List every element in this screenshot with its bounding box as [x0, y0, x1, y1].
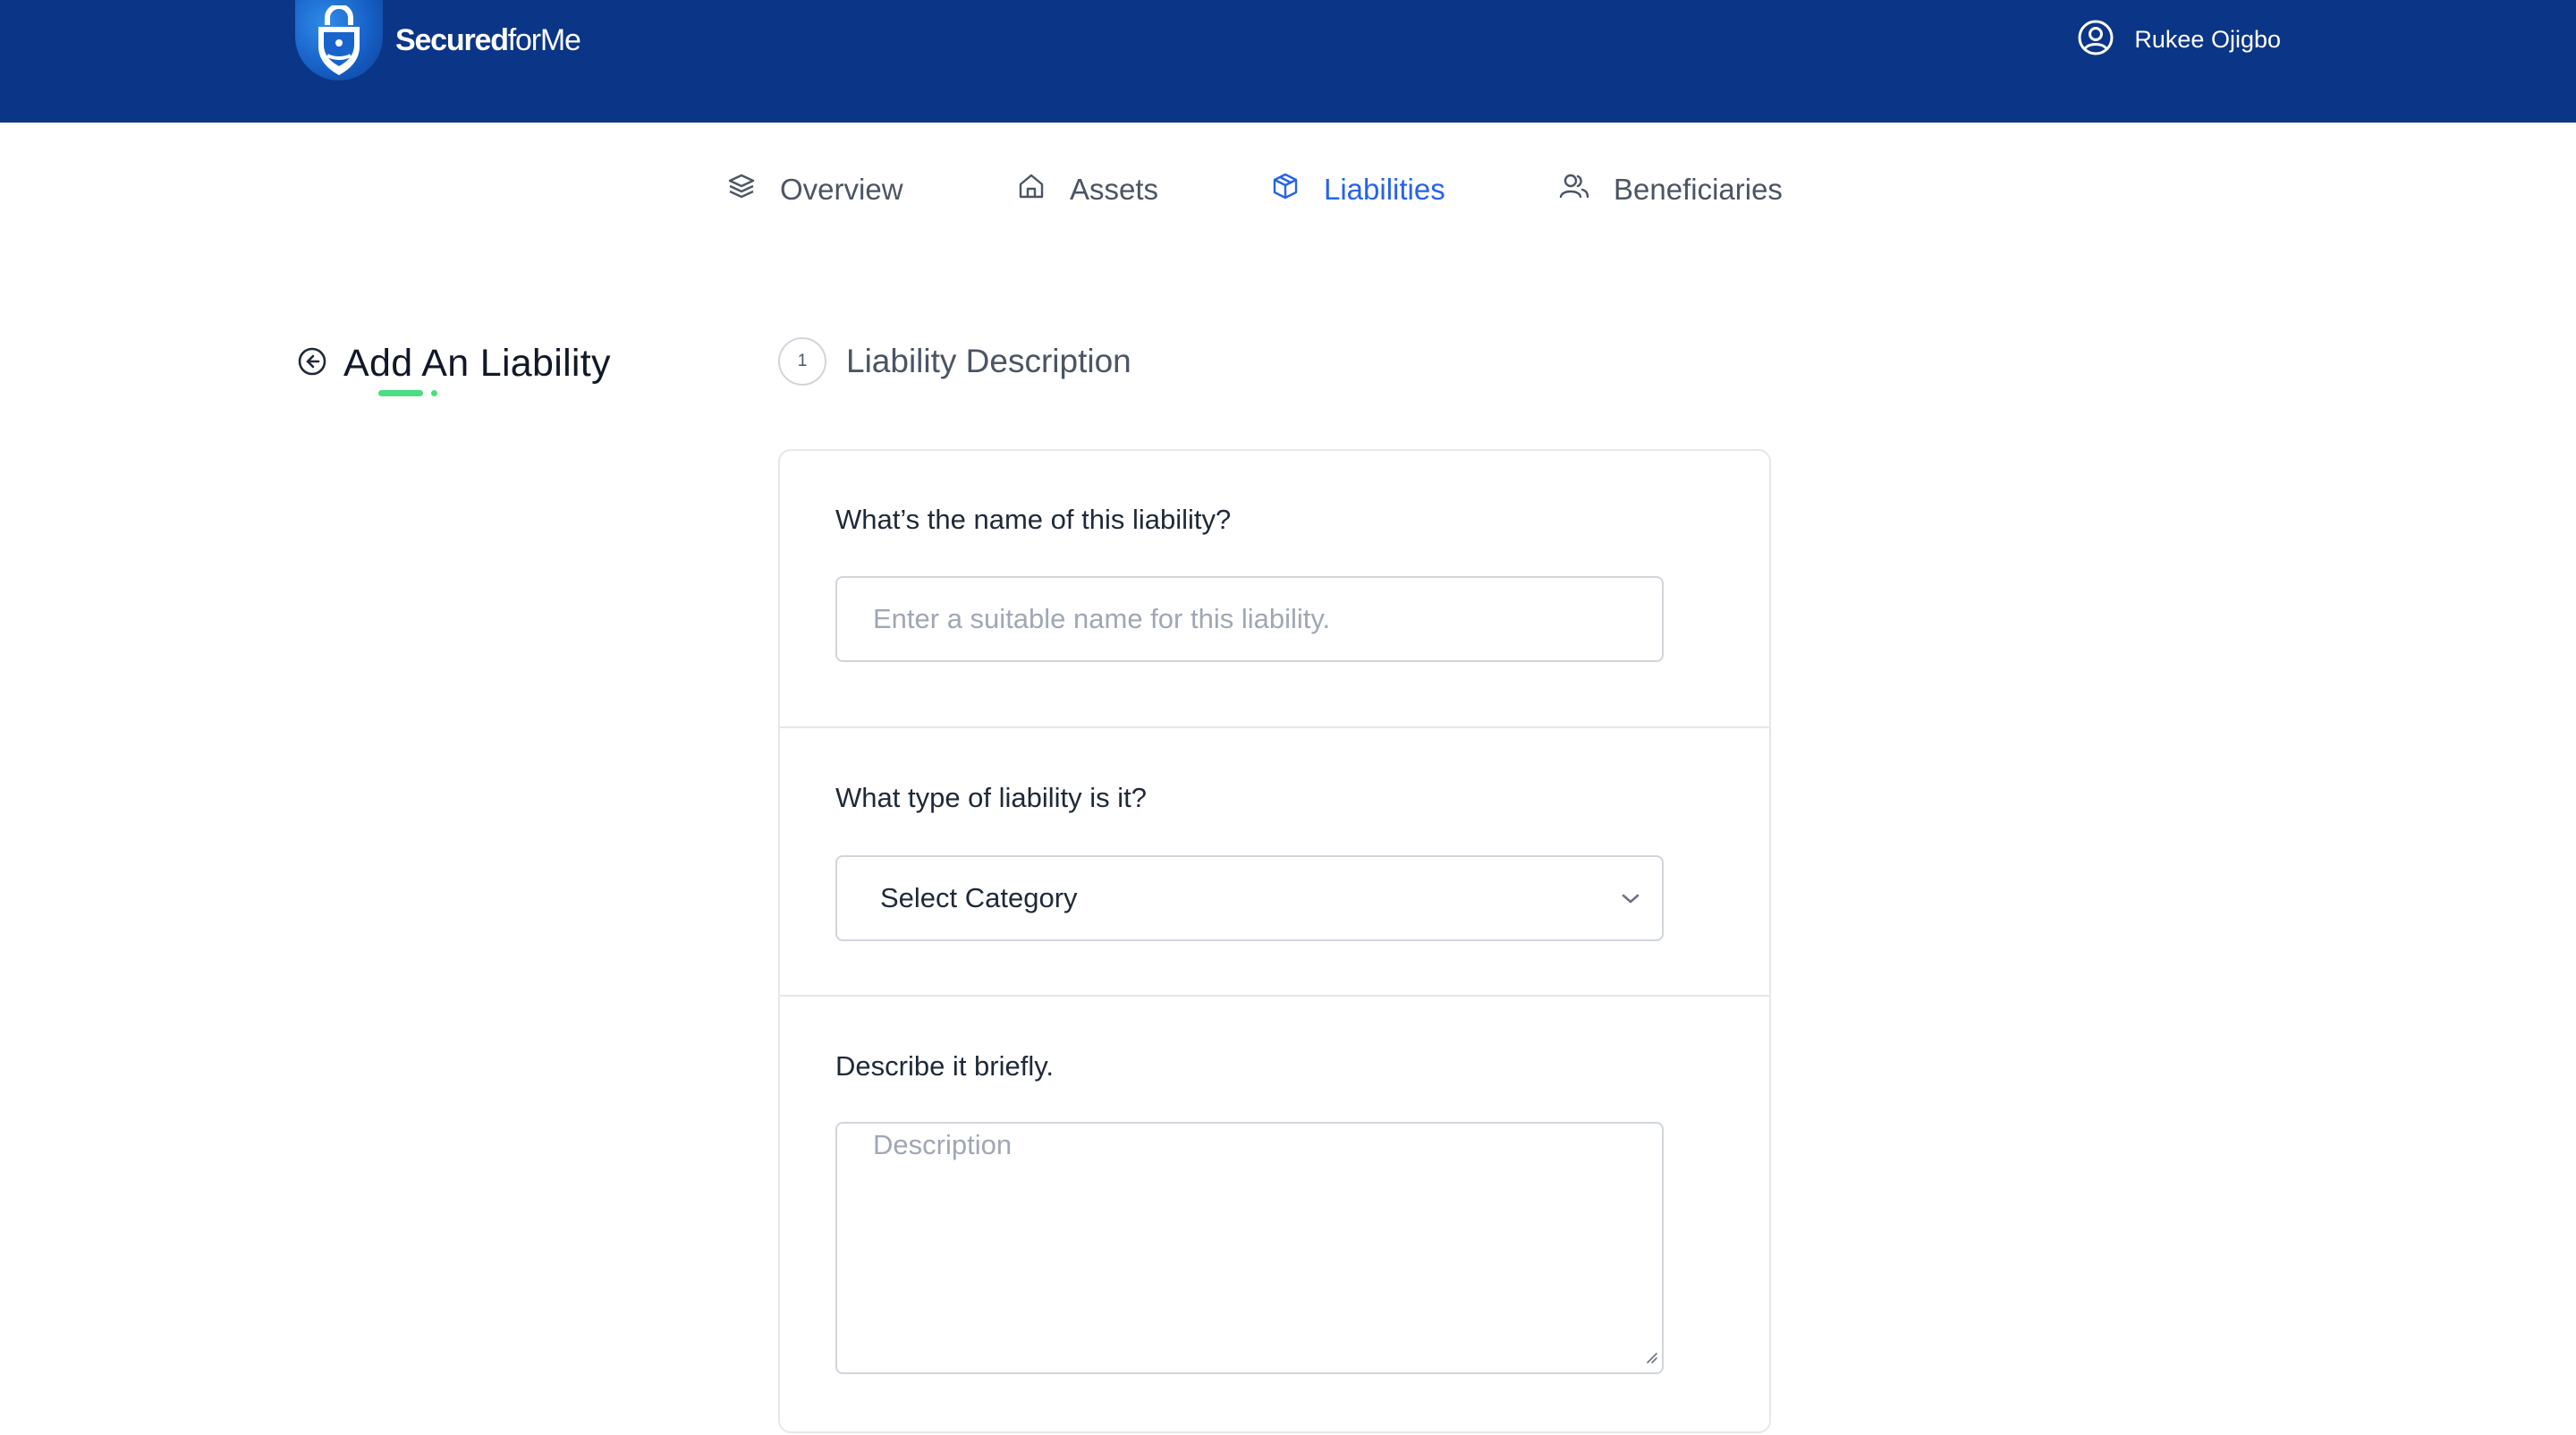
name-label: What’s the name of this liability?	[835, 504, 1232, 535]
tab-beneficiaries[interactable]: Beneficiaries	[1558, 166, 1783, 214]
tab-assets-label: Assets	[1070, 173, 1159, 206]
brand-name: SecuredforMe	[395, 22, 581, 57]
category-select-value: Select Category	[880, 882, 1078, 913]
page-header: Add An Liability	[297, 338, 611, 388]
name-section: What’s the name of this liability?	[780, 451, 1769, 728]
tab-beneficiaries-label: Beneficiaries	[1614, 173, 1783, 206]
brand-logo[interactable]: SecuredforMe	[295, 0, 581, 81]
user-circle-icon	[2077, 19, 2114, 61]
liability-form-card: What’s the name of this liability? What …	[778, 449, 1771, 1433]
step-indicator: 1 Liability Description	[778, 336, 1131, 386]
title-accent-dot	[431, 390, 437, 396]
title-accent-bar	[378, 390, 423, 396]
shield-lock-icon	[295, 0, 383, 81]
top-header: SecuredforMe Rukee Ojigbo	[0, 0, 2576, 123]
chevron-down-icon	[1619, 889, 1642, 912]
home-icon	[1016, 171, 1046, 208]
user-menu[interactable]: Rukee Ojigbo	[2077, 20, 2281, 59]
type-section: What type of liability is it? Select Cat…	[780, 728, 1769, 997]
liability-name-field	[835, 576, 1664, 662]
tab-overview[interactable]: Overview	[726, 166, 903, 214]
description-field	[835, 1122, 1664, 1374]
category-select[interactable]: Select Category	[835, 855, 1664, 941]
box-icon	[1270, 171, 1301, 208]
arrow-left-circle-icon[interactable]	[297, 346, 327, 381]
main-nav: Overview Assets Liabilities Beneficiarie…	[0, 166, 2576, 214]
liability-name-input[interactable]	[873, 578, 1626, 660]
tab-assets[interactable]: Assets	[1016, 166, 1158, 214]
resize-grip-icon[interactable]	[1644, 1350, 1658, 1369]
type-label: What type of liability is it?	[835, 782, 1148, 813]
tab-liabilities[interactable]: Liabilities	[1270, 166, 1445, 214]
description-label: Describe it briefly.	[835, 1050, 1055, 1082]
tab-liabilities-label: Liabilities	[1324, 173, 1445, 206]
users-icon	[1558, 171, 1590, 208]
description-section: Describe it briefly.	[780, 997, 1769, 1435]
tab-overview-label: Overview	[780, 173, 903, 206]
description-textarea[interactable]	[837, 1124, 1662, 1372]
page-title: Add An Liability	[343, 341, 611, 385]
step-title: Liability Description	[846, 343, 1131, 379]
user-name: Rukee Ojigbo	[2134, 25, 2281, 53]
step-number: 1	[778, 337, 826, 386]
layers-icon	[726, 171, 757, 208]
